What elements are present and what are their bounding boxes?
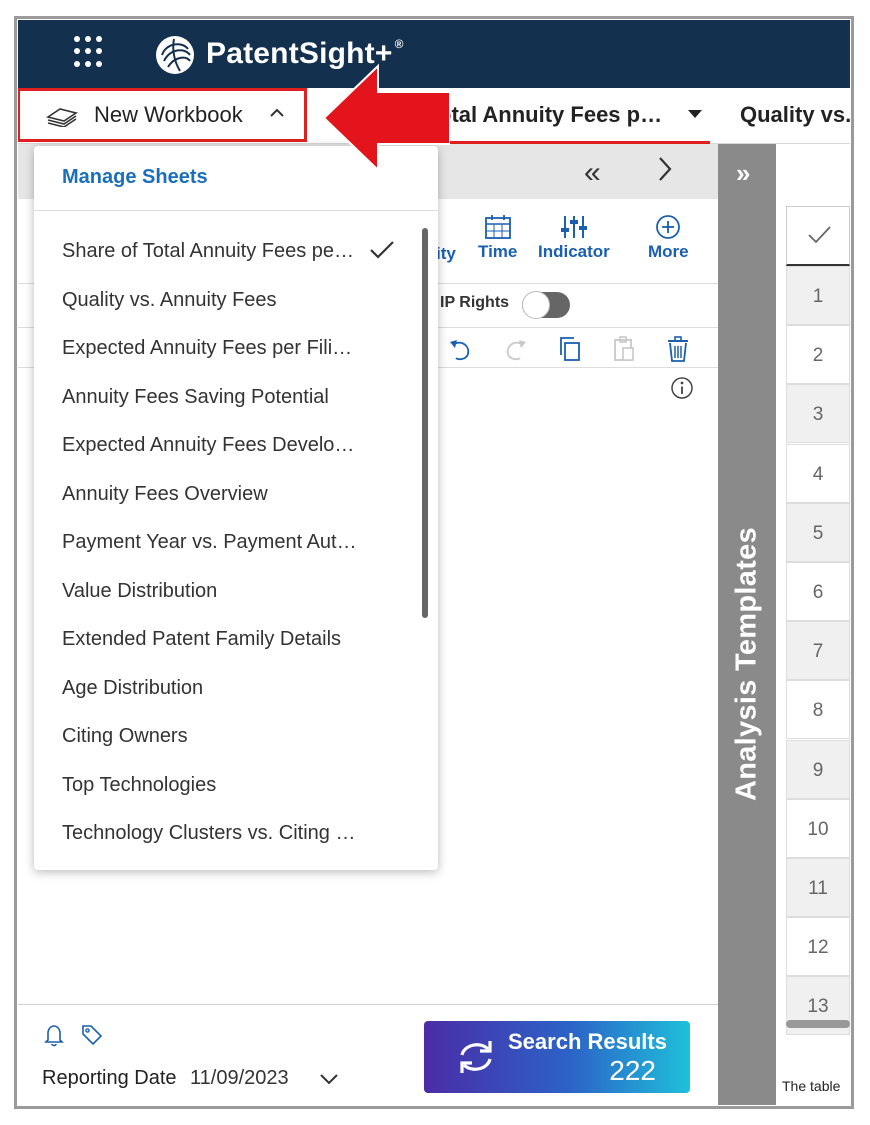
- app-launcher-icon[interactable]: [74, 36, 106, 68]
- workbook-menu-button[interactable]: New Workbook: [18, 88, 306, 142]
- search-results-button[interactable]: Search Results 222: [424, 1021, 690, 1093]
- trash-icon[interactable]: [666, 336, 690, 362]
- search-results-label: Search Results: [508, 1029, 667, 1054]
- redo-icon[interactable]: [504, 336, 528, 362]
- double-chevron-left-icon[interactable]: «: [584, 156, 601, 190]
- row-number-cell: 12: [786, 917, 850, 977]
- tab-share-of-total-annuity-fees[interactable]: otal Annuity Fees p…: [438, 88, 710, 144]
- undo-icon[interactable]: [448, 336, 472, 362]
- ip-rights-toggle[interactable]: [522, 291, 570, 319]
- row-number-cell: 2: [786, 325, 850, 385]
- row-number-cell: 11: [786, 858, 850, 917]
- select-all-cell[interactable]: [786, 206, 850, 266]
- stacked-sheets-icon: [46, 108, 78, 127]
- data-table-preview: 1 2 3 4 5 6 7 8 9 10 11 12 13 The table: [776, 144, 850, 1105]
- sheet-item[interactable]: Extended Patent Family Details: [62, 628, 341, 651]
- sheet-item[interactable]: Annuity Fees Saving Potential: [62, 386, 329, 409]
- sheet-item[interactable]: Technology Clusters vs. Citing …: [62, 822, 355, 845]
- chevron-up-icon: [270, 108, 284, 117]
- toolbar-partial-label[interactable]: ity: [436, 244, 456, 264]
- time-button[interactable]: Time: [478, 214, 517, 262]
- row-number-cell: 5: [786, 502, 850, 562]
- manage-sheets-link[interactable]: Manage Sheets: [62, 166, 208, 189]
- toggle-knob: [522, 291, 550, 319]
- paste-icon[interactable]: [612, 336, 636, 362]
- sheet-item[interactable]: Citing Owners: [62, 725, 188, 748]
- sheet-item[interactable]: Top Technologies: [62, 774, 216, 797]
- sync-icon: [460, 1041, 492, 1073]
- chevron-down-icon[interactable]: [318, 1071, 340, 1087]
- indicator-label: Indicator: [538, 242, 610, 261]
- copy-icon[interactable]: [558, 336, 582, 362]
- bell-icon[interactable]: [44, 1023, 64, 1047]
- row-number-cell: 9: [786, 739, 850, 799]
- checkmark-icon: [370, 241, 394, 259]
- indicator-button[interactable]: Indicator: [538, 214, 610, 262]
- row-number-cell: 1: [786, 266, 850, 325]
- sheet-item[interactable]: Value Distribution: [62, 580, 217, 603]
- red-arrow-annotation: [322, 63, 450, 173]
- workbook-label: New Workbook: [94, 102, 243, 127]
- table-footer-text: The table: [782, 1078, 841, 1094]
- reporting-date-label: Reporting Date: [42, 1067, 177, 1089]
- divider: [34, 210, 438, 211]
- double-chevron-right-icon[interactable]: »: [736, 158, 750, 189]
- row-number-cell: 6: [786, 562, 850, 621]
- dropdown-scrollbar[interactable]: [422, 228, 428, 618]
- sheet-item[interactable]: Payment Year vs. Payment Aut…: [62, 531, 357, 554]
- app-window: PatentSight+ ® New Workbook otal Annuity …: [18, 20, 850, 1105]
- globe-logo-icon: [156, 36, 194, 74]
- info-icon[interactable]: [670, 376, 694, 400]
- sheet-item[interactable]: Annuity Fees Overview: [62, 483, 268, 506]
- registered-mark-icon: ®: [394, 37, 404, 51]
- sheet-item[interactable]: Quality vs. Annuity Fees: [62, 289, 277, 312]
- row-number-cell: 10: [786, 798, 850, 858]
- sheet-item[interactable]: Expected Annuity Fees per Fili…: [62, 337, 352, 360]
- search-results-count: 222: [609, 1055, 656, 1086]
- chevron-right-icon[interactable]: [654, 154, 676, 184]
- row-number-cell: 8: [786, 680, 850, 740]
- row-number-cell: 7: [786, 621, 850, 681]
- more-label: More: [648, 242, 689, 261]
- calendar-icon: [484, 215, 511, 239]
- checkmark-icon: [808, 226, 831, 244]
- reporting-date-value[interactable]: 11/09/2023: [190, 1067, 289, 1090]
- row-number-cell: 3: [786, 384, 850, 444]
- sheet-item[interactable]: Expected Annuity Fees Develo…: [62, 434, 354, 457]
- tab-label: otal Annuity Fees p…: [438, 102, 663, 127]
- tag-icon[interactable]: [80, 1023, 104, 1047]
- horizontal-scrollbar[interactable]: [786, 1020, 850, 1028]
- sliders-icon: [560, 216, 587, 238]
- ip-rights-label: IP Rights: [440, 294, 510, 311]
- manage-sheets-dropdown: Manage Sheets Share of Total Annuity Fee…: [34, 146, 438, 870]
- time-label: Time: [478, 242, 518, 261]
- plus-circle-icon: [656, 215, 681, 239]
- analysis-templates-panel[interactable]: » Analysis Templates: [718, 144, 776, 1105]
- analysis-templates-label: Analysis Templates: [730, 526, 763, 802]
- tab-quality-vs-annuity-fees[interactable]: Quality vs.: [740, 102, 850, 128]
- more-button[interactable]: More: [648, 214, 689, 262]
- row-number-cell: 4: [786, 443, 850, 503]
- caret-down-icon[interactable]: [688, 110, 702, 118]
- bottom-bar: Reporting Date 11/09/2023 Search Results…: [18, 1004, 718, 1105]
- sheet-item[interactable]: Share of Total Annuity Fees pe…: [62, 240, 354, 263]
- sheet-item[interactable]: Age Distribution: [62, 677, 203, 700]
